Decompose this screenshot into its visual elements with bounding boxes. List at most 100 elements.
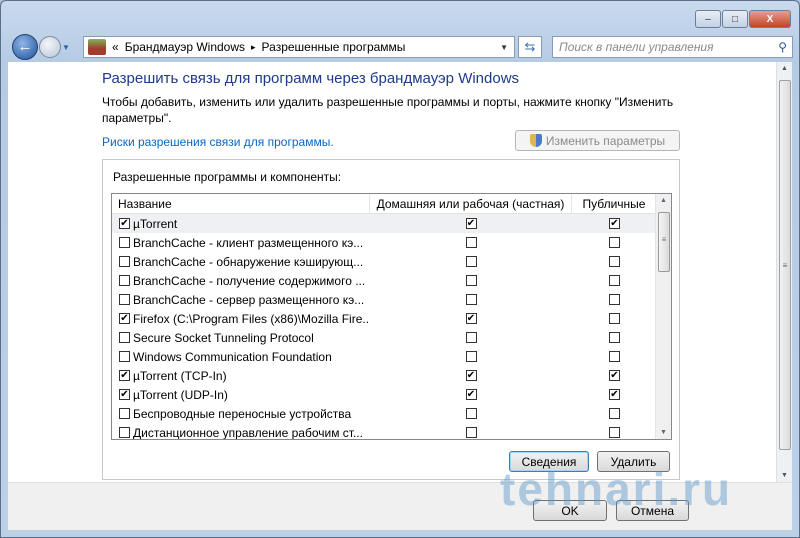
program-cell: ✔ µTorrent xyxy=(112,217,370,231)
breadcrumb-prefix[interactable]: « xyxy=(112,40,119,54)
breadcrumb-firewall[interactable]: Брандмауэр Windows xyxy=(125,40,245,54)
page-scroll-thumb[interactable]: ≡ xyxy=(779,80,791,450)
table-row[interactable]: ✔ Firefox (C:\Program Files (x86)\Mozilla… xyxy=(112,309,671,328)
public-network-checkbox[interactable] xyxy=(609,294,620,305)
table-row[interactable]: ✔ µTorrent (TCP-In) ✔ ✔ xyxy=(112,366,671,385)
breadcrumb-separator-icon[interactable]: ▸ xyxy=(251,42,256,53)
table-row[interactable]: Дистанционное управление рабочим ст... xyxy=(112,423,671,439)
column-public[interactable]: Публичные xyxy=(572,194,657,213)
program-enabled-checkbox[interactable]: ✔ xyxy=(119,218,130,229)
history-dropdown-icon[interactable]: ▼ xyxy=(62,43,70,52)
close-button[interactable]: X xyxy=(749,10,791,28)
scroll-up-icon[interactable]: ▲ xyxy=(660,197,667,204)
programs-list: Название Домашняя или рабочая (частная) … xyxy=(111,193,672,440)
program-enabled-checkbox[interactable]: ✔ xyxy=(119,389,130,400)
table-row[interactable]: BranchCache - сервер размещенного кэ... xyxy=(112,290,671,309)
program-enabled-checkbox[interactable] xyxy=(119,427,130,438)
address-dropdown-icon[interactable]: ▼ xyxy=(500,43,514,52)
page-scroll-down-icon[interactable]: ▼ xyxy=(781,472,788,479)
public-cell xyxy=(572,275,657,286)
program-enabled-checkbox[interactable]: ✔ xyxy=(119,313,130,324)
cancel-button[interactable]: Отмена xyxy=(616,500,689,521)
uac-shield-icon xyxy=(529,134,542,147)
remove-button[interactable]: Удалить xyxy=(597,451,670,472)
column-home[interactable]: Домашняя или рабочая (частная) xyxy=(370,194,572,213)
home-cell: ✔ xyxy=(370,313,572,324)
program-name: Secure Socket Tunneling Protocol xyxy=(133,330,314,345)
program-enabled-checkbox[interactable] xyxy=(119,351,130,362)
home-network-checkbox[interactable]: ✔ xyxy=(465,389,477,400)
public-network-checkbox[interactable] xyxy=(609,256,620,267)
program-cell: ✔ µTorrent (TCP-In) xyxy=(112,369,370,383)
table-row[interactable]: BranchCache - обнаружение кэширующ... xyxy=(112,252,671,271)
program-name: µTorrent (TCP-In) xyxy=(133,368,227,383)
public-network-checkbox[interactable] xyxy=(609,408,620,419)
minimize-button[interactable]: – xyxy=(695,10,721,28)
home-cell: ✔ xyxy=(370,370,572,381)
home-network-checkbox[interactable] xyxy=(465,256,477,267)
program-cell: BranchCache - клиент размещенного кэ... xyxy=(112,236,370,250)
program-name: BranchCache - сервер размещенного кэ... xyxy=(133,292,365,307)
public-cell xyxy=(572,256,657,267)
public-cell xyxy=(572,332,657,343)
risk-link[interactable]: Риски разрешения связи для программы. xyxy=(102,135,334,149)
column-name[interactable]: Название xyxy=(112,194,370,213)
ok-button[interactable]: OK xyxy=(533,500,607,521)
home-network-checkbox[interactable]: ✔ xyxy=(465,370,477,381)
breadcrumb-allowed-programs[interactable]: Разрешенные программы xyxy=(262,40,406,54)
search-input[interactable]: Поиск в панели управления ⚲ xyxy=(552,36,793,58)
details-button[interactable]: Сведения xyxy=(509,451,589,472)
page-scrollbar[interactable]: ▲ ≡ ▼ xyxy=(776,62,792,482)
home-network-checkbox[interactable] xyxy=(465,237,477,248)
program-enabled-checkbox[interactable]: ✔ xyxy=(119,370,130,381)
table-row[interactable]: BranchCache - клиент размещенного кэ... xyxy=(112,233,671,252)
program-enabled-checkbox[interactable] xyxy=(119,332,130,343)
address-bar[interactable]: « Брандмауэр Windows ▸ Разрешенные прогр… xyxy=(83,36,515,58)
table-row[interactable]: ✔ µTorrent ✔ ✔ xyxy=(112,214,671,233)
maximize-button[interactable]: □ xyxy=(722,10,748,28)
dialog-footer: OK Отмена xyxy=(8,482,792,530)
search-icon[interactable]: ⚲ xyxy=(778,40,787,54)
home-network-checkbox[interactable] xyxy=(465,332,477,343)
home-network-checkbox[interactable]: ✔ xyxy=(465,313,477,324)
public-network-checkbox[interactable]: ✔ xyxy=(609,370,620,381)
home-network-checkbox[interactable]: ✔ xyxy=(465,218,477,229)
program-cell: BranchCache - сервер размещенного кэ... xyxy=(112,293,370,307)
public-cell xyxy=(572,313,657,324)
change-settings-button[interactable]: Изменить параметры xyxy=(515,130,680,151)
public-network-checkbox[interactable]: ✔ xyxy=(609,389,620,400)
home-network-checkbox[interactable] xyxy=(465,427,477,438)
home-network-checkbox[interactable] xyxy=(465,408,477,419)
forward-button[interactable] xyxy=(39,36,61,58)
program-enabled-checkbox[interactable] xyxy=(119,408,130,419)
program-name: BranchCache - получение содержимого ... xyxy=(133,273,366,288)
public-network-checkbox[interactable] xyxy=(609,351,620,362)
list-scroll-thumb[interactable]: ≡ xyxy=(658,212,670,272)
table-row[interactable]: ✔ µTorrent (UDP-In) ✔ ✔ xyxy=(112,385,671,404)
table-row[interactable]: Беспроводные переносные устройства xyxy=(112,404,671,423)
table-row[interactable]: Secure Socket Tunneling Protocol xyxy=(112,328,671,347)
home-cell xyxy=(370,427,572,438)
public-network-checkbox[interactable]: ✔ xyxy=(609,218,620,229)
program-name: µTorrent xyxy=(133,216,178,231)
program-enabled-checkbox[interactable] xyxy=(119,275,130,286)
scroll-down-icon[interactable]: ▼ xyxy=(660,429,667,436)
public-network-checkbox[interactable] xyxy=(609,313,620,324)
table-row[interactable]: Windows Communication Foundation xyxy=(112,347,671,366)
program-enabled-checkbox[interactable] xyxy=(119,256,130,267)
public-network-checkbox[interactable] xyxy=(609,332,620,343)
back-button[interactable]: ← xyxy=(12,34,38,60)
navigation-bar: ← ▼ « Брандмауэр Windows ▸ Разрешенные п… xyxy=(9,34,793,60)
public-network-checkbox[interactable] xyxy=(609,275,620,286)
table-row[interactable]: BranchCache - получение содержимого ... xyxy=(112,271,671,290)
refresh-button[interactable]: ⇆ xyxy=(518,36,542,58)
list-scrollbar[interactable]: ▲ ≡ ▼ xyxy=(655,194,671,439)
program-enabled-checkbox[interactable] xyxy=(119,237,130,248)
page-scroll-up-icon[interactable]: ▲ xyxy=(781,65,788,72)
home-network-checkbox[interactable] xyxy=(465,294,477,305)
public-network-checkbox[interactable] xyxy=(609,427,620,438)
public-network-checkbox[interactable] xyxy=(609,237,620,248)
program-enabled-checkbox[interactable] xyxy=(119,294,130,305)
home-network-checkbox[interactable] xyxy=(465,275,477,286)
home-network-checkbox[interactable] xyxy=(465,351,477,362)
